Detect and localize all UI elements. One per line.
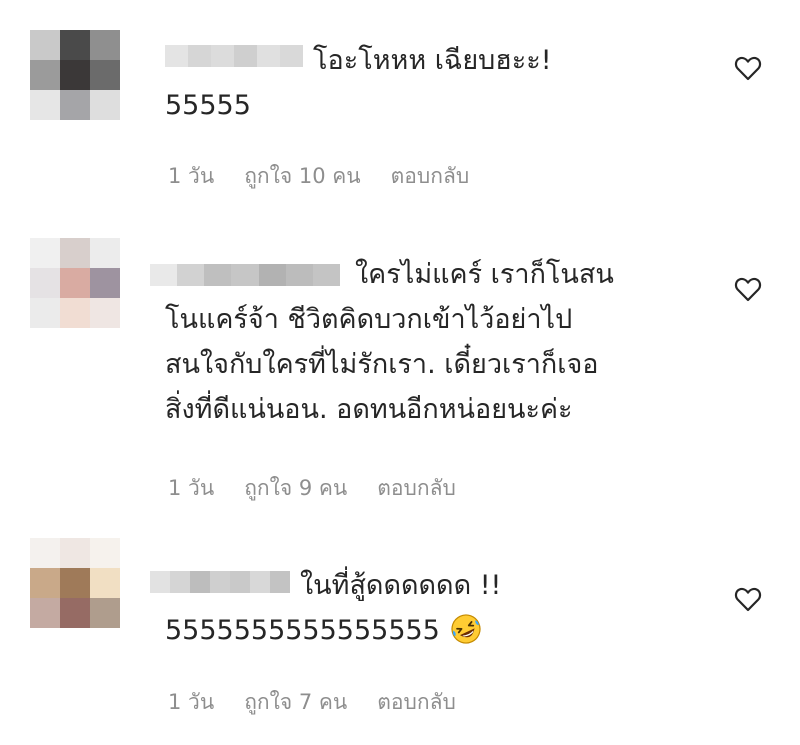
comment-line: ในที่สู้ดดดดดด !!: [300, 570, 502, 601]
avatar-pixel: [30, 568, 60, 598]
avatar-pixel: [90, 568, 120, 598]
avatar-pixel: [60, 238, 90, 268]
comment-text: โอะโหหห เฉียบฮะะ! 55555: [165, 38, 552, 128]
like-count[interactable]: ถูกใจ 7 คน: [244, 686, 347, 719]
comment-line: โนแคร์จ้า ชีวิตคิดบวกเข้าไว้อย่าไป: [165, 304, 573, 335]
avatar-pixel: [30, 60, 60, 90]
avatar-pixel: [60, 598, 90, 628]
comment-meta: 1 วัน ถูกใจ 7 คน ตอบกลับ: [168, 686, 456, 719]
like-count[interactable]: ถูกใจ 10 คน: [244, 160, 360, 193]
comment-line: 5555555555555555: [165, 608, 501, 653]
avatar-pixel: [60, 268, 90, 298]
comment-line: โอะโหหห เฉียบฮะะ!: [313, 45, 552, 76]
avatar[interactable]: [30, 538, 120, 628]
comment-line: ใครไม่แคร์ เราก็โนสน: [355, 259, 614, 290]
comment-time[interactable]: 1 วัน: [168, 160, 214, 193]
comment-text: ใครไม่แคร์ เราก็โนสน โนแคร์จ้า ชีวิตคิดบ…: [165, 252, 614, 432]
avatar-pixel: [90, 60, 120, 90]
avatar-pixel: [30, 268, 60, 298]
comment-time[interactable]: 1 วัน: [168, 686, 214, 719]
heart-icon[interactable]: [734, 55, 762, 81]
avatar[interactable]: [30, 238, 120, 328]
reply-button[interactable]: ตอบกลับ: [377, 686, 456, 719]
avatar-pixel: [30, 238, 60, 268]
avatar-pixel: [30, 298, 60, 328]
avatar-pixel: [90, 238, 120, 268]
avatar[interactable]: [30, 30, 120, 120]
comment-line-text: 5555555555555555: [165, 615, 440, 646]
avatar-pixel: [30, 30, 60, 60]
comment-line: สนใจกับใครที่ไม่รักเรา. เดี๋ยวเราก็เจอ: [165, 349, 599, 380]
comment-meta: 1 วัน ถูกใจ 10 คน ตอบกลับ: [168, 160, 469, 193]
avatar-pixel: [30, 90, 60, 120]
rolling-laughing-emoji-icon: [451, 613, 481, 644]
comment-meta: 1 วัน ถูกใจ 9 คน ตอบกลับ: [168, 472, 456, 505]
avatar-pixel: [30, 598, 60, 628]
heart-icon[interactable]: [734, 276, 762, 302]
avatar-pixel: [90, 538, 120, 568]
comment-line: 55555: [165, 90, 251, 121]
avatar-pixel: [90, 268, 120, 298]
reply-button[interactable]: ตอบกลับ: [377, 472, 456, 505]
like-count[interactable]: ถูกใจ 9 คน: [244, 472, 347, 505]
avatar-pixel: [60, 298, 90, 328]
reply-button[interactable]: ตอบกลับ: [391, 160, 470, 193]
avatar-pixel: [90, 30, 120, 60]
comment-text: ในที่สู้ดดดดดด !! 5555555555555555: [165, 563, 501, 653]
avatar-pixel: [90, 298, 120, 328]
avatar-pixel: [90, 90, 120, 120]
avatar-pixel: [60, 60, 90, 90]
avatar-pixel: [60, 568, 90, 598]
comment-line: สิ่งที่ดีแน่นอน. อดทนอีกหน่อยนะค่ะ: [165, 394, 573, 425]
avatar-pixel: [60, 30, 90, 60]
avatar-pixel: [60, 538, 90, 568]
avatar-pixel: [90, 598, 120, 628]
comment-time[interactable]: 1 วัน: [168, 472, 214, 505]
avatar-pixel: [60, 90, 90, 120]
heart-icon[interactable]: [734, 586, 762, 612]
avatar-pixel: [30, 538, 60, 568]
